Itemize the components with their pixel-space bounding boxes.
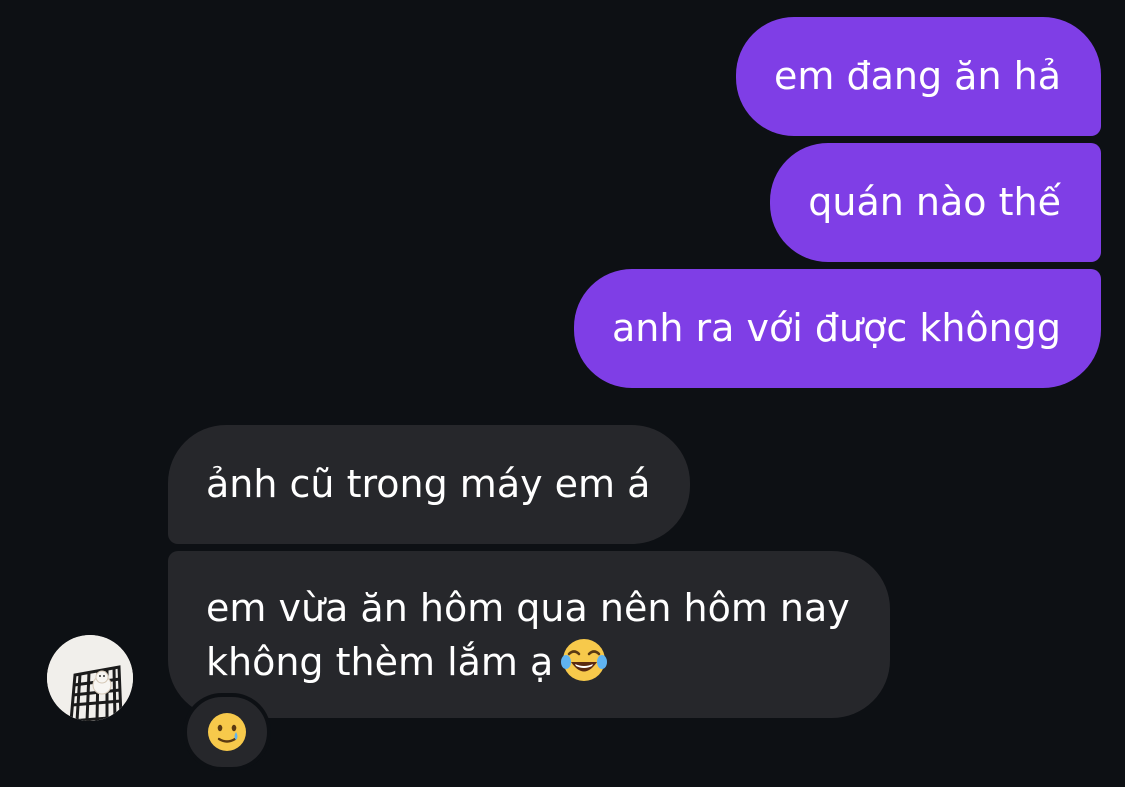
smiling-face-with-tear-icon bbox=[208, 713, 246, 751]
message-text: quán nào thế bbox=[808, 180, 1061, 224]
outgoing-message[interactable]: quán nào thế bbox=[770, 143, 1101, 262]
outgoing-message[interactable]: anh ra với được khôngg bbox=[574, 269, 1101, 388]
message-text: không thèm lắm ạ bbox=[206, 640, 554, 684]
message-reaction[interactable] bbox=[183, 693, 271, 771]
incoming-message[interactable]: em vừa ăn hôm qua nên hôm nay không thèm… bbox=[168, 551, 890, 718]
chat-thread: em đang ăn hả quán nào thế anh ra với đư… bbox=[0, 0, 1125, 787]
message-text: em đang ăn hả bbox=[774, 54, 1061, 98]
face-with-tears-of-joy-icon bbox=[561, 639, 608, 681]
incoming-message[interactable]: ảnh cũ trong máy em á bbox=[168, 425, 691, 544]
avatar[interactable] bbox=[47, 635, 133, 721]
message-text: ảnh cũ trong máy em á bbox=[206, 462, 651, 506]
message-text-line: em vừa ăn hôm qua nên hôm nay bbox=[206, 586, 850, 630]
message-text-line: không thèm lắm ạ bbox=[206, 635, 850, 689]
avatar-image bbox=[47, 635, 133, 721]
message-text: anh ra với được khôngg bbox=[612, 306, 1061, 350]
outgoing-message[interactable]: em đang ăn hả bbox=[736, 17, 1101, 136]
